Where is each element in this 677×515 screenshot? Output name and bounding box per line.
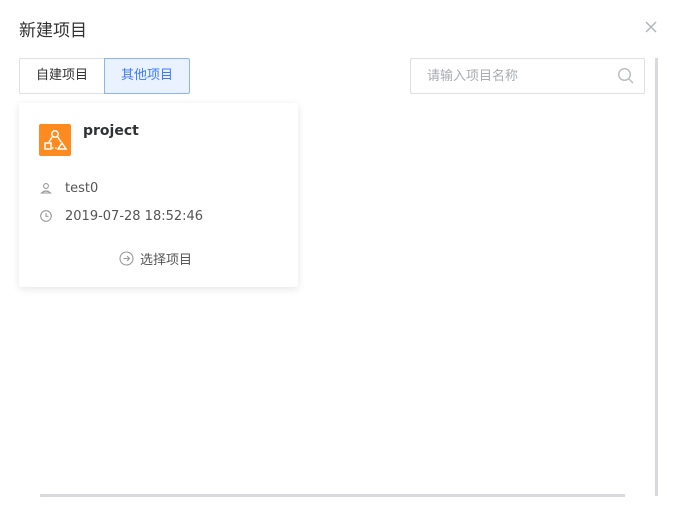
clock-icon — [40, 210, 52, 222]
project-source-tabs: 自建项目 其他项目 — [19, 58, 191, 94]
project-card: project test0 2019-07-28 18:52:46 选择项目 — [19, 103, 298, 287]
vertical-scrollbar[interactable] — [655, 58, 658, 496]
user-icon — [40, 183, 52, 194]
project-owner-row: test0 — [39, 179, 98, 197]
arrow-circle-right-icon — [119, 250, 134, 266]
search-box — [410, 58, 645, 94]
select-project-label: 选择项目 — [140, 252, 193, 268]
search-input[interactable] — [411, 59, 617, 93]
project-created-row: 2019-07-28 18:52:46 — [39, 207, 203, 225]
close-icon[interactable] — [642, 18, 660, 36]
select-project-button[interactable]: 选择项目 — [119, 249, 193, 268]
tab-self-built-projects[interactable]: 自建项目 — [19, 58, 106, 94]
project-created-time: 2019-07-28 18:52:46 — [65, 208, 204, 224]
project-name: project — [83, 123, 139, 139]
dialog-title: 新建项目 — [19, 21, 87, 41]
tab-other-projects[interactable]: 其他项目 — [104, 58, 191, 94]
search-icon[interactable] — [617, 67, 635, 85]
horizontal-scrollbar[interactable] — [40, 494, 625, 497]
project-owner: test0 — [65, 180, 99, 196]
project-logo-icon — [39, 124, 71, 156]
